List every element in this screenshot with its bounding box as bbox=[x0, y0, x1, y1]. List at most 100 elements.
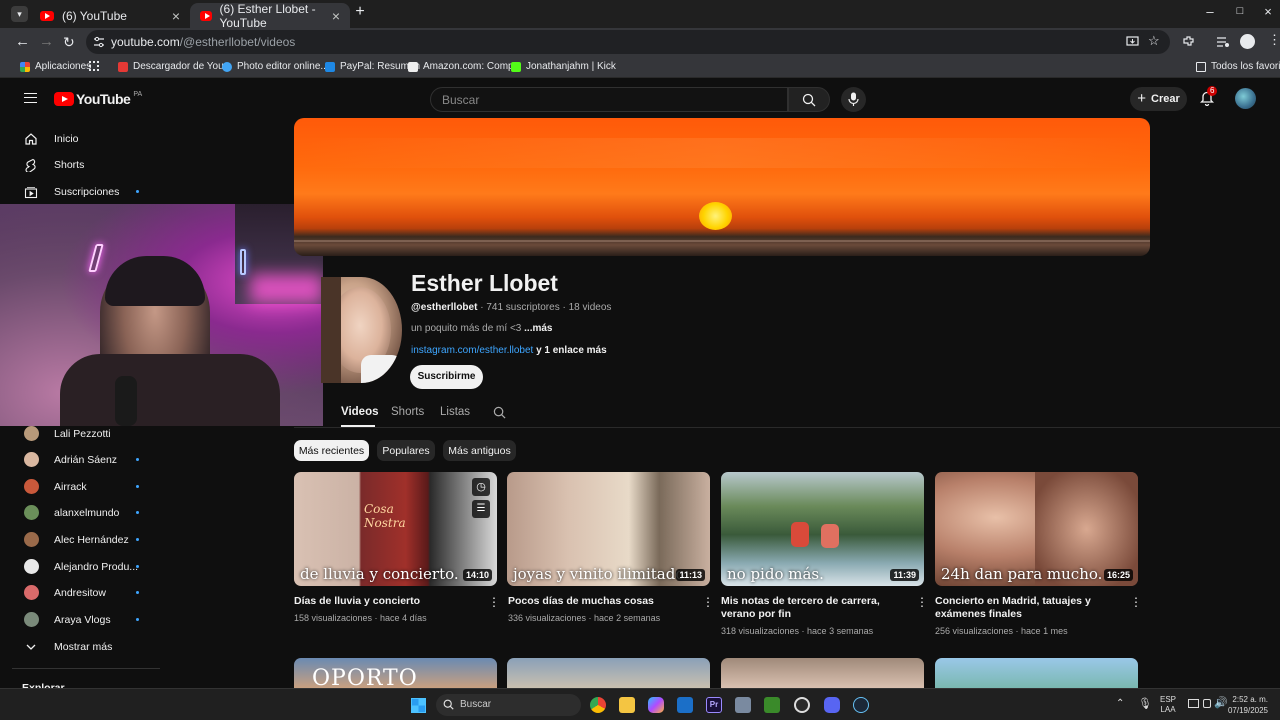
video-title[interactable]: Pocos días de muchas cosas bbox=[508, 595, 688, 608]
display-icon[interactable] bbox=[1188, 699, 1199, 708]
hamburger-menu-icon[interactable] bbox=[24, 93, 37, 103]
install-app-icon[interactable] bbox=[1126, 36, 1139, 48]
network-icon[interactable] bbox=[1203, 699, 1211, 708]
copilot-icon[interactable] bbox=[648, 697, 664, 713]
minimize-icon[interactable]: – bbox=[1200, 4, 1220, 19]
video-title[interactable]: Días de lluvia y concierto bbox=[294, 595, 474, 608]
bookmark-kick[interactable]: Jonathanjahm | Kick bbox=[511, 61, 616, 72]
create-button[interactable]: + Crear bbox=[1130, 87, 1187, 111]
video-menu-icon[interactable]: ⋮ bbox=[1130, 596, 1142, 608]
video-menu-icon[interactable]: ⋮ bbox=[702, 596, 714, 608]
sidebar-item-shorts[interactable]: Shorts bbox=[0, 152, 160, 178]
steam-icon[interactable] bbox=[853, 697, 869, 713]
extensions-icon[interactable] bbox=[1182, 35, 1195, 48]
premiere-icon[interactable]: Pr bbox=[706, 697, 722, 713]
show-more-button[interactable]: Mostrar más bbox=[0, 634, 160, 660]
discord-icon[interactable] bbox=[824, 697, 840, 713]
subscription-item[interactable]: Araya Vlogs bbox=[0, 607, 160, 633]
channel-description[interactable]: un poquito más de mí <3 ...más bbox=[411, 323, 553, 334]
notifications-button[interactable]: 6 bbox=[1199, 86, 1218, 107]
subscribe-button[interactable]: Suscribirme bbox=[410, 365, 483, 389]
bookmark-photo-editor[interactable]: Photo editor online... bbox=[222, 61, 329, 72]
video-meta: 256 visualizaciones · hace 1 mes bbox=[935, 626, 1068, 636]
add-to-queue-icon[interactable]: ☰ bbox=[472, 500, 490, 518]
video-thumbnail[interactable]: no pido más. 11:39 bbox=[721, 472, 924, 586]
subscription-item[interactable]: alanxelmundo bbox=[0, 500, 160, 526]
new-tab-button[interactable]: + bbox=[350, 3, 370, 21]
channel-search-icon[interactable] bbox=[493, 406, 506, 419]
search-input[interactable]: Buscar bbox=[430, 87, 788, 112]
notes-icon[interactable] bbox=[735, 697, 751, 713]
chevron-up-icon[interactable]: ⌃ bbox=[1116, 698, 1124, 709]
filter-chip-recent[interactable]: Más recientes bbox=[294, 440, 369, 461]
watch-later-icon[interactable]: ◷ bbox=[472, 478, 490, 496]
close-tab-icon[interactable]: × bbox=[172, 8, 180, 24]
search-icon bbox=[443, 699, 454, 710]
minecraft-icon[interactable] bbox=[764, 697, 780, 713]
subscriptions-icon bbox=[24, 187, 38, 199]
reload-icon[interactable]: ↻ bbox=[63, 34, 75, 50]
more-links[interactable]: y 1 enlace más bbox=[536, 345, 607, 356]
account-avatar[interactable] bbox=[1235, 88, 1256, 109]
filter-chip-oldest[interactable]: Más antiguos bbox=[443, 440, 516, 461]
taskbar-search[interactable]: Buscar bbox=[436, 694, 581, 716]
bookmark-descargador[interactable]: Descargador de You... bbox=[118, 61, 232, 72]
filter-chip-popular[interactable]: Populares bbox=[377, 440, 435, 461]
bookmark-paypal[interactable]: PayPal: Resumen bbox=[325, 61, 420, 72]
tab-listas[interactable]: Listas bbox=[440, 406, 470, 418]
video-thumbnail[interactable]: Cosa Nostra ◷ ☰ de lluvia y concierto. 1… bbox=[294, 472, 497, 586]
chrome-menu-icon[interactable]: ⋮ bbox=[1268, 33, 1280, 47]
voice-search-button[interactable] bbox=[841, 87, 866, 112]
subscription-item[interactable]: Alejandro Produ... bbox=[0, 554, 160, 580]
tab-videos[interactable]: Videos bbox=[341, 406, 379, 418]
subscription-item[interactable]: Alec Hernández bbox=[0, 527, 160, 553]
youtube-logo[interactable]: YouTube PA bbox=[54, 91, 142, 107]
subscription-item[interactable]: Airrack bbox=[0, 474, 160, 500]
video-menu-icon[interactable]: ⋮ bbox=[916, 596, 928, 608]
video-title[interactable]: Concierto en Madrid, tatuajes y exámenes… bbox=[935, 595, 1121, 621]
video-thumbnail[interactable] bbox=[721, 658, 924, 688]
more-link[interactable]: ...más bbox=[524, 323, 552, 334]
site-settings-icon[interactable] bbox=[93, 36, 105, 48]
close-window-icon[interactable]: × bbox=[1258, 4, 1278, 19]
bookmark-amazon[interactable]: Amazon.com: Comp... bbox=[408, 61, 522, 72]
chrome-taskbar-icon[interactable] bbox=[590, 697, 606, 713]
video-thumbnail[interactable]: OPORTO bbox=[294, 658, 497, 688]
close-tab-icon[interactable]: × bbox=[332, 8, 340, 24]
video-title[interactable]: Mis notas de tercero de carrera, verano … bbox=[721, 595, 907, 621]
instagram-link[interactable]: instagram.com/esther.llobet bbox=[411, 345, 533, 356]
sidebar-item-suscripciones[interactable]: Suscripciones bbox=[0, 179, 160, 205]
subscription-item[interactable]: Adrián Sáenz bbox=[0, 447, 160, 473]
video-thumbnail[interactable]: joyas y vinito ilimitado 11:13 bbox=[507, 472, 710, 586]
back-icon[interactable]: ← bbox=[15, 34, 30, 50]
bookmarks-folder[interactable]: Todos los favoritos bbox=[1196, 61, 1280, 72]
address-bar[interactable]: youtube.com/@estherllobet/videos ☆ bbox=[86, 30, 1170, 54]
file-explorer-icon[interactable] bbox=[619, 697, 635, 713]
bookmark-star-icon[interactable]: ☆ bbox=[1148, 33, 1160, 49]
tab-groups-grid-icon[interactable] bbox=[89, 61, 99, 71]
bookmark-apps[interactable]: Aplicaciones bbox=[20, 61, 91, 72]
browser-tab-active[interactable]: (6) Esther Llobet - YouTube × bbox=[190, 2, 350, 30]
subscription-item[interactable]: Andresitow bbox=[0, 580, 160, 606]
video-thumbnail[interactable]: 24h dan para mucho. 16:25 bbox=[935, 472, 1138, 586]
maximize-icon[interactable]: □ bbox=[1230, 5, 1250, 17]
channel-avatar[interactable] bbox=[321, 277, 402, 383]
sidebar-item-inicio[interactable]: Inicio bbox=[0, 126, 160, 152]
windows-start-icon[interactable] bbox=[411, 698, 426, 713]
search-button[interactable] bbox=[788, 87, 830, 112]
video-thumbnail[interactable] bbox=[935, 658, 1138, 688]
video-menu-icon[interactable]: ⋮ bbox=[488, 596, 500, 608]
sidebar-item-label: Inicio bbox=[54, 133, 79, 145]
microphone-tray-icon[interactable]: 🎙 bbox=[1138, 697, 1152, 710]
video-thumbnail[interactable] bbox=[507, 658, 710, 688]
language-indicator[interactable]: ESP LAA bbox=[1160, 695, 1176, 715]
clock[interactable]: 2:52 a. m. 07/19/2025 bbox=[1220, 694, 1268, 716]
forward-icon[interactable]: → bbox=[39, 34, 54, 50]
tab-search-button[interactable]: ▾ bbox=[11, 6, 28, 22]
profile-avatar-icon[interactable] bbox=[1240, 34, 1255, 49]
obs-icon[interactable] bbox=[794, 697, 810, 713]
browser-tab[interactable]: (6) YouTube × bbox=[30, 3, 190, 28]
store-icon[interactable] bbox=[677, 697, 693, 713]
media-queue-icon[interactable] bbox=[1216, 36, 1230, 48]
tab-shorts[interactable]: Shorts bbox=[391, 406, 424, 418]
